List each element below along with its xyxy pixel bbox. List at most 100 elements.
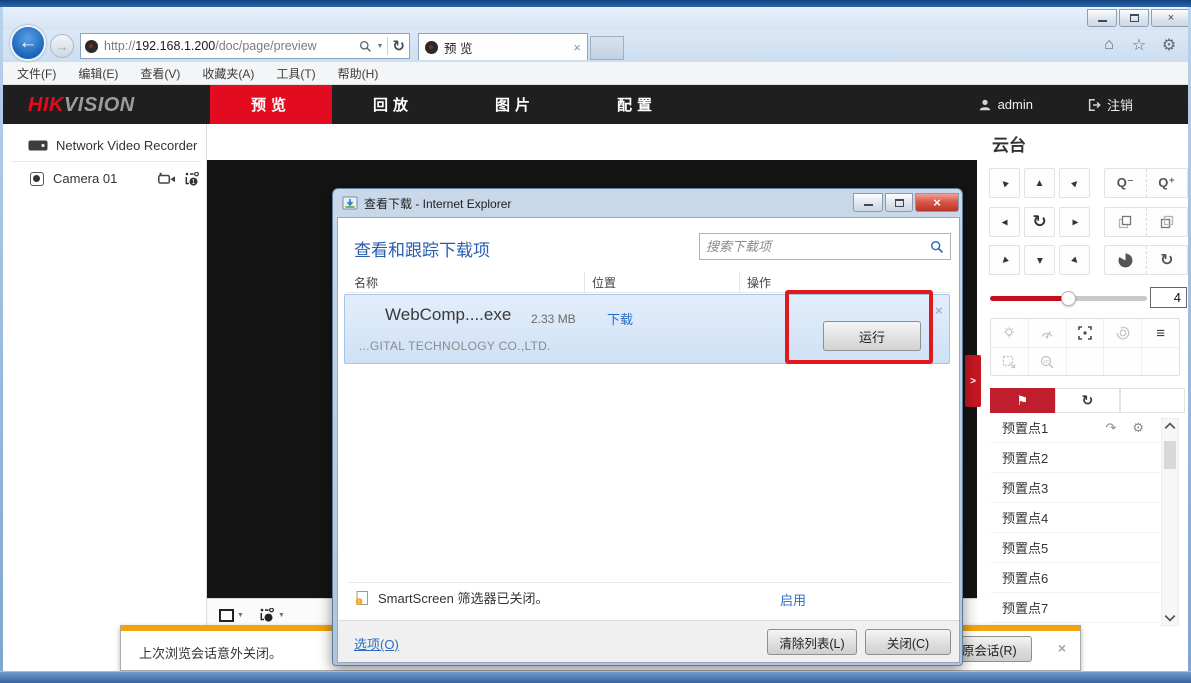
preset-item-4[interactable]: 预置点4 <box>990 503 1160 533</box>
notification-close-icon[interactable]: × <box>1058 640 1066 656</box>
lens-initialization-button[interactable] <box>1103 319 1141 347</box>
scrollbar-thumb[interactable] <box>1164 441 1176 469</box>
ptz-down-button[interactable]: ▲ <box>1024 245 1055 275</box>
smartscreen-icon: ! <box>354 590 370 606</box>
menu-edit[interactable]: 编辑(E) <box>78 65 118 82</box>
dialog-close-button[interactable]: × <box>915 193 959 212</box>
column-header-location[interactable]: 位置 <box>592 274 616 291</box>
menu-tools[interactable]: 工具(T) <box>276 65 315 82</box>
url-text[interactable]: http://192.168.1.200/doc/page/preview <box>104 39 359 53</box>
panel-expand-handle[interactable]: > <box>965 355 981 407</box>
browser-tab[interactable]: 预 览 × <box>418 33 588 60</box>
preset-item-7[interactable]: 预置点7 <box>990 593 1160 623</box>
window-division-control[interactable]: ▼ <box>219 609 244 622</box>
tab-close-icon[interactable]: × <box>573 40 581 55</box>
menu-favorites[interactable]: 收藏夹(A) <box>202 65 254 82</box>
dropdown-icon[interactable]: ▼ <box>278 612 285 619</box>
download-search-input[interactable] <box>706 239 930 254</box>
slider-thumb[interactable] <box>1061 291 1076 306</box>
tab-picture[interactable]: 图片 <box>454 85 576 124</box>
scroll-down-icon[interactable] <box>1164 614 1176 622</box>
ptz-right-button[interactable]: ▲ <box>1059 207 1090 237</box>
preset-scrollbar[interactable] <box>1161 418 1179 626</box>
menu-file[interactable]: 文件(F) <box>17 65 56 82</box>
window-minimize-button[interactable] <box>1087 9 1117 27</box>
preset-item-6[interactable]: 预置点6 <box>990 563 1160 593</box>
dialog-minimize-button[interactable] <box>853 193 883 212</box>
favorites-star-icon[interactable]: ☆ <box>1130 36 1148 54</box>
menu-button[interactable]: ≡ <box>1141 319 1179 347</box>
device-name: Network Video Recorder <box>56 138 197 153</box>
stream-type-icon[interactable]: 1 <box>183 172 200 186</box>
ptz-left-button[interactable]: ▲ <box>989 207 1020 237</box>
home-icon[interactable]: ⌂ <box>1100 36 1118 54</box>
tab-preview[interactable]: 预览 <box>210 85 332 124</box>
preset-item-2[interactable]: 预置点2 <box>990 443 1160 473</box>
logout-button[interactable]: 注销 <box>1087 85 1133 124</box>
dropdown-icon[interactable]: ▼ <box>237 612 244 619</box>
preset-tab-bar: ⚑ ↻ <box>990 388 1185 413</box>
new-tab-button[interactable] <box>590 36 624 60</box>
ptz-speed-input[interactable] <box>1150 287 1187 308</box>
logout-label: 注销 <box>1107 95 1133 114</box>
patrol-icon: ↻ <box>1082 392 1094 409</box>
iris-open-button[interactable]: ↻ <box>1146 246 1188 274</box>
tab-title: 预 览 <box>444 38 573 57</box>
forward-button[interactable]: → <box>50 34 74 58</box>
menu-help[interactable]: 帮助(H) <box>338 65 379 82</box>
ptz-auto-scan-button[interactable]: ↻ <box>1024 207 1055 237</box>
zoom-out-button[interactable]: Q⁻ <box>1105 169 1146 197</box>
preset-item-3[interactable]: 预置点3 <box>990 473 1160 503</box>
preset-item-5[interactable]: 预置点5 <box>990 533 1160 563</box>
column-header-name[interactable]: 名称 <box>354 274 378 291</box>
ptz-down-right-button[interactable]: ▲ <box>1059 245 1090 275</box>
address-bar[interactable]: http://192.168.1.200/doc/page/preview ▼ … <box>80 33 410 59</box>
search-icon[interactable] <box>930 240 944 254</box>
focus-far-button[interactable] <box>1105 208 1146 236</box>
start-live-view-icon[interactable] <box>158 172 176 185</box>
manual-tracking-button[interactable] <box>991 348 1028 375</box>
ptz-up-button[interactable]: ▲ <box>1024 168 1055 198</box>
settings-gear-icon[interactable]: ⚙ <box>1160 36 1178 54</box>
zoom-in-button[interactable]: Q⁺ <box>1146 169 1188 197</box>
iris-close-button[interactable] <box>1105 246 1146 274</box>
ptz-up-left-button[interactable]: ▲ <box>989 168 1020 198</box>
set-preset-gear-icon[interactable]: ⚙ <box>1132 420 1144 436</box>
ptz-up-right-button[interactable]: ▲ <box>1059 168 1090 198</box>
tab-patrol[interactable]: ↻ <box>1055 388 1120 413</box>
tab-playback[interactable]: 回放 <box>332 85 454 124</box>
dialog-maximize-button[interactable] <box>885 193 913 212</box>
refresh-icon[interactable]: ↻ <box>392 37 405 55</box>
smartscreen-enable-link[interactable]: 启用 <box>780 590 806 609</box>
search-icon[interactable] <box>359 40 372 53</box>
close-dialog-button[interactable]: 关闭(C) <box>865 629 951 655</box>
scroll-up-icon[interactable] <box>1164 422 1176 430</box>
back-button[interactable]: ← <box>10 25 46 61</box>
preset-item-1[interactable]: 预置点1 ↷ ⚙ <box>990 413 1160 443</box>
search-dropdown-icon[interactable]: ▼ <box>376 43 383 50</box>
window-maximize-button[interactable] <box>1119 9 1149 27</box>
remove-download-icon[interactable]: × <box>935 303 943 318</box>
light-button[interactable] <box>991 319 1028 347</box>
wiper-button[interactable] <box>1028 319 1066 347</box>
device-node[interactable]: Network Video Recorder <box>28 138 197 153</box>
options-link[interactable]: 选项(O) <box>354 634 399 653</box>
tab-pattern[interactable] <box>1120 388 1185 413</box>
auxiliary-focus-button[interactable] <box>1066 319 1104 347</box>
call-preset-icon[interactable]: ↷ <box>1105 420 1116 436</box>
column-header-action[interactable]: 操作 <box>747 274 771 291</box>
zoom-3d-button[interactable]: 3D <box>1028 348 1066 375</box>
menu-view[interactable]: 查看(V) <box>140 65 180 82</box>
focus-near-button[interactable] <box>1146 208 1188 236</box>
arrow-up-icon: ▲ <box>1035 178 1045 189</box>
clear-list-button[interactable]: 清除列表(L) <box>767 629 857 655</box>
tab-presets[interactable]: ⚑ <box>990 388 1055 413</box>
download-search-box[interactable] <box>699 233 951 260</box>
camera-node[interactable]: Camera 01 1 <box>30 171 200 186</box>
window-titlebar[interactable]: × <box>3 7 1188 30</box>
tab-configuration[interactable]: 配置 <box>576 85 698 124</box>
window-close-button[interactable]: × <box>1151 9 1191 27</box>
stream-select-control[interactable]: ▼ <box>258 608 285 622</box>
download-location-link[interactable]: 下载 <box>607 309 633 328</box>
ptz-down-left-button[interactable]: ▲ <box>989 245 1020 275</box>
